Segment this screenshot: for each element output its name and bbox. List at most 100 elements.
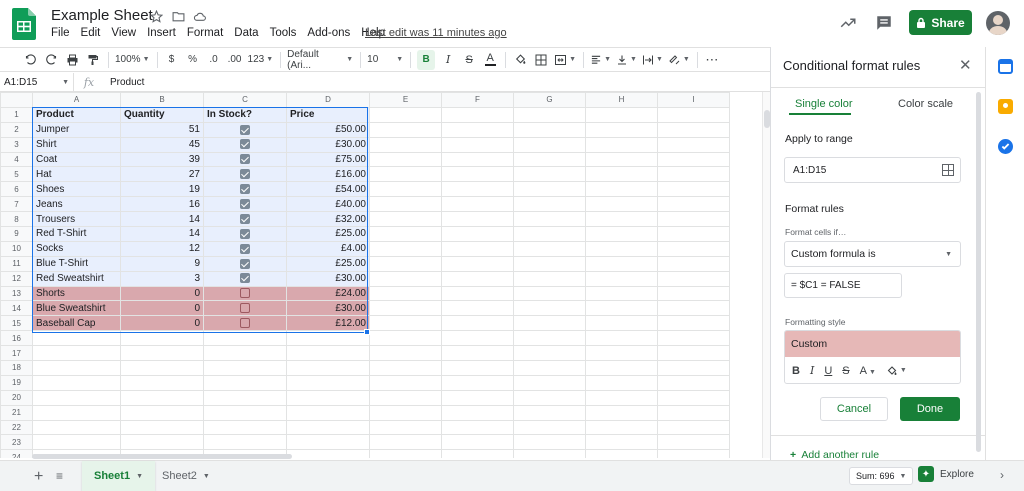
cell[interactable] <box>585 181 658 198</box>
cell-price[interactable]: £30.00 <box>286 300 370 317</box>
bold-button[interactable]: B <box>417 49 436 70</box>
panel-scrollbar[interactable] <box>976 92 981 452</box>
cell[interactable] <box>513 166 586 183</box>
cell-in-stock[interactable] <box>203 300 287 317</box>
cell[interactable] <box>369 389 442 406</box>
cell-in-stock[interactable] <box>203 166 287 183</box>
add-another-rule-button[interactable]: + Add another rule <box>790 449 879 461</box>
cell[interactable] <box>585 166 658 183</box>
select-all-corner[interactable] <box>0 92 33 108</box>
avatar[interactable] <box>986 10 1010 35</box>
menu-file[interactable]: File <box>51 27 70 39</box>
row-header[interactable]: 8 <box>0 211 33 228</box>
cell[interactable] <box>657 374 730 391</box>
cell-price[interactable]: £54.00 <box>286 181 370 198</box>
fill-color-icon[interactable] <box>512 50 528 70</box>
cell[interactable]: Price <box>286 106 370 123</box>
cell-in-stock[interactable] <box>203 121 287 138</box>
cell[interactable] <box>441 136 514 153</box>
fill-handle[interactable] <box>364 329 370 335</box>
cell[interactable] <box>513 360 586 376</box>
cell-quantity[interactable]: 45 <box>120 136 204 153</box>
cell-quantity[interactable]: 14 <box>120 211 204 228</box>
cell-in-stock[interactable] <box>203 255 287 272</box>
cell[interactable] <box>657 240 730 257</box>
cell[interactable]: Product <box>32 106 121 123</box>
cell[interactable] <box>657 360 730 376</box>
cell[interactable] <box>32 330 121 347</box>
cell-quantity[interactable]: 12 <box>120 240 204 257</box>
cell[interactable] <box>513 136 586 153</box>
cell-price[interactable]: £30.00 <box>286 136 370 153</box>
cell[interactable] <box>286 374 370 391</box>
row-header[interactable]: 14 <box>0 300 33 317</box>
row-header[interactable]: 15 <box>0 315 33 332</box>
row-header[interactable]: 17 <box>0 345 33 362</box>
cell[interactable] <box>585 240 658 257</box>
cell[interactable] <box>120 330 204 347</box>
cell[interactable] <box>203 330 287 347</box>
column-header-f[interactable]: F <box>441 92 514 108</box>
text-wrap-icon[interactable]: ▼ <box>642 50 663 70</box>
checkbox-checked[interactable] <box>240 228 250 239</box>
cell[interactable] <box>286 360 370 376</box>
all-sheets-icon[interactable]: ≡ <box>56 469 63 483</box>
cell[interactable] <box>369 106 442 123</box>
cell[interactable] <box>657 300 730 317</box>
cell[interactable] <box>585 345 658 362</box>
checkbox-unchecked[interactable] <box>240 288 250 299</box>
cell-product[interactable]: Jumper <box>32 121 121 138</box>
cell[interactable] <box>369 374 442 391</box>
cell[interactable] <box>657 226 730 242</box>
checkbox-checked[interactable] <box>240 199 250 210</box>
cell[interactable] <box>441 360 514 376</box>
cancel-button[interactable]: Cancel <box>820 397 888 421</box>
row-header[interactable]: 22 <box>0 419 33 436</box>
cell[interactable] <box>657 315 730 332</box>
cell-product[interactable]: Shirt <box>32 136 121 153</box>
cell[interactable] <box>513 270 586 287</box>
cell[interactable] <box>585 330 658 347</box>
cell-quantity[interactable]: 27 <box>120 166 204 183</box>
cell-product[interactable]: Shoes <box>32 181 121 198</box>
row-header[interactable]: 2 <box>0 121 33 138</box>
row-header[interactable]: 10 <box>0 240 33 257</box>
cell[interactable] <box>513 121 586 138</box>
cell[interactable] <box>441 121 514 138</box>
cell[interactable] <box>369 300 442 317</box>
name-box[interactable]: A1:D15 ▼ <box>0 72 74 92</box>
cell[interactable] <box>585 315 658 332</box>
row-header[interactable]: 21 <box>0 404 33 421</box>
cell[interactable] <box>513 240 586 257</box>
cell[interactable] <box>369 226 442 242</box>
row-header[interactable]: 5 <box>0 166 33 183</box>
cell[interactable] <box>120 389 204 406</box>
star-icon[interactable] <box>149 9 163 23</box>
formula-input[interactable]: = $C1 = FALSE <box>784 273 902 298</box>
cell-in-stock[interactable] <box>203 240 287 257</box>
cell[interactable]: Quantity <box>120 106 204 123</box>
cell[interactable] <box>32 345 121 362</box>
cell[interactable] <box>32 374 121 391</box>
menu-addons[interactable]: Add-ons <box>307 27 350 39</box>
cell-price[interactable]: £32.00 <box>286 211 370 228</box>
sheet-tab-sheet1[interactable]: Sheet1 ▼ <box>82 461 156 491</box>
checkbox-checked[interactable] <box>240 154 250 165</box>
cell[interactable] <box>441 151 514 168</box>
vertical-align-icon[interactable]: ▼ <box>616 50 637 70</box>
cell-quantity[interactable]: 3 <box>120 270 204 287</box>
cell[interactable] <box>120 419 204 436</box>
sum-indicator[interactable]: Sum: 696 ▼ <box>849 467 914 485</box>
cell[interactable] <box>120 404 204 421</box>
fill-color-button[interactable]: ▼ <box>886 365 907 377</box>
column-header-e[interactable]: E <box>369 92 442 108</box>
column-header-b[interactable]: B <box>120 92 204 108</box>
cell[interactable] <box>585 374 658 391</box>
cell-price[interactable]: £75.00 <box>286 151 370 168</box>
cell[interactable] <box>441 404 514 421</box>
cell[interactable] <box>513 330 586 347</box>
cell[interactable] <box>369 285 442 302</box>
cell[interactable]: In Stock? <box>203 106 287 123</box>
cell[interactable] <box>441 389 514 406</box>
cell[interactable] <box>441 255 514 272</box>
